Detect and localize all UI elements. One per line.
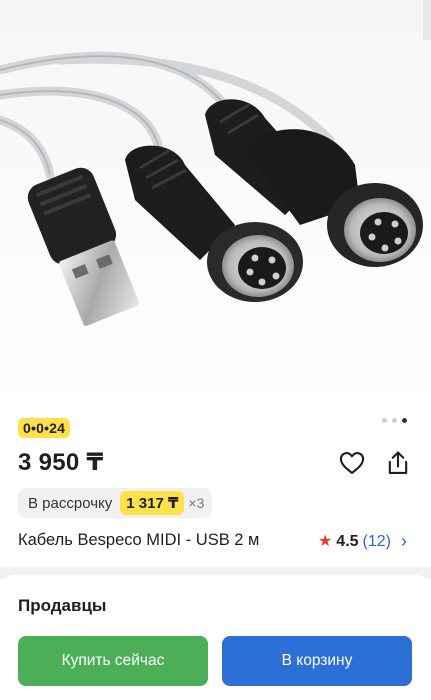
- rating-link[interactable]: ★ 4.5 (12) ›: [318, 531, 407, 552]
- add-to-cart-button[interactable]: В корзину: [222, 636, 412, 686]
- installment-badge: 0•0•24: [18, 418, 71, 438]
- product-page: 0•0•24 3 950 ₸ В рассрочку 1 317 ₸ ×3 Ка…: [0, 0, 431, 700]
- share-button[interactable]: [384, 449, 412, 477]
- product-title: Кабель Bespeco MIDI - USB 2 м: [18, 531, 260, 549]
- buy-now-button[interactable]: Купить сейчас: [18, 636, 208, 686]
- gallery-dot[interactable]: [382, 418, 387, 423]
- share-icon: [388, 451, 408, 474]
- chevron-right-icon: ›: [401, 531, 407, 551]
- gallery-dot-active[interactable]: [402, 418, 407, 423]
- installment-multiplier: ×3: [188, 495, 205, 511]
- product-photo[interactable]: [0, 0, 431, 408]
- star-icon: ★: [317, 532, 333, 550]
- gallery-dot[interactable]: [392, 418, 397, 423]
- review-count: (12): [362, 532, 391, 550]
- gallery-pagination[interactable]: [382, 418, 407, 423]
- installment-label: В рассрочку: [28, 494, 113, 512]
- installment-amount: 1 317 ₸: [120, 491, 185, 515]
- favorite-button[interactable]: [338, 449, 366, 477]
- rating-value: 4.5: [336, 532, 359, 550]
- product-price: 3 950 ₸: [18, 449, 104, 476]
- heart-outline-icon: [339, 452, 365, 474]
- installment-offer[interactable]: В рассрочку 1 317 ₸ ×3: [18, 488, 213, 518]
- sellers-heading: Продавцы: [18, 596, 107, 615]
